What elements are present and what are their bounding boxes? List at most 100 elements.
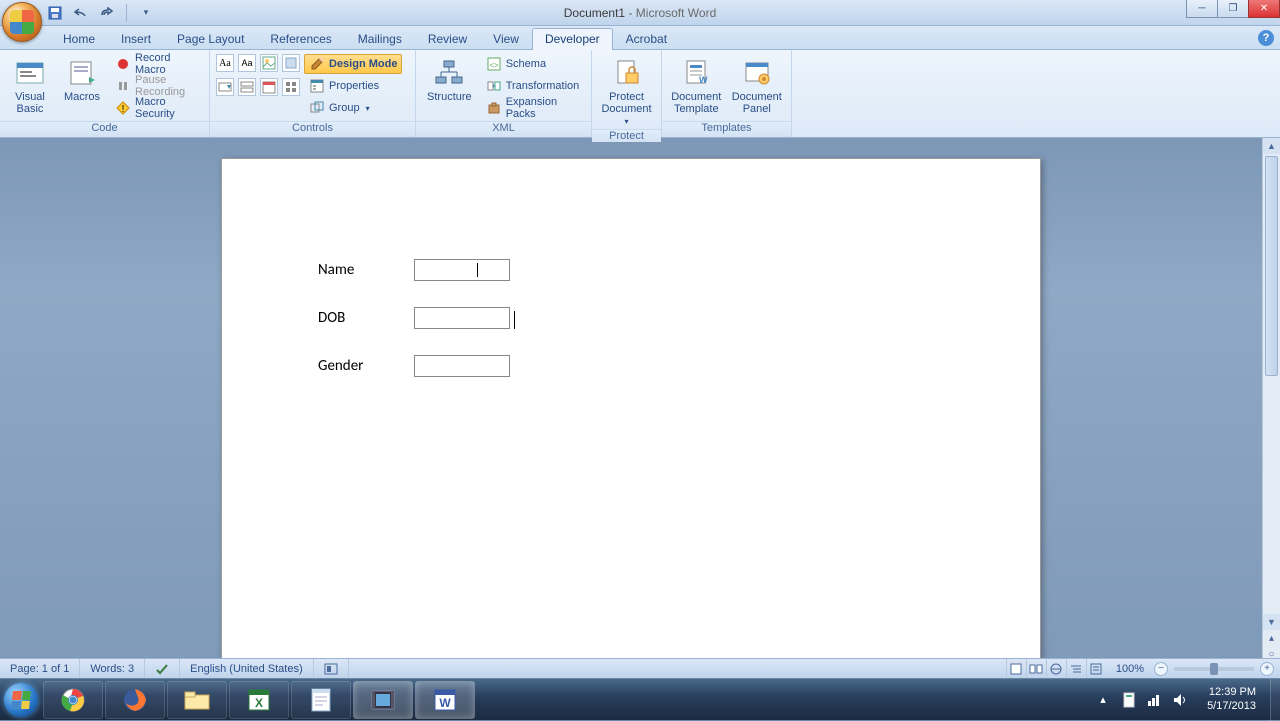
document-template-button[interactable]: W Document Template: [668, 54, 725, 118]
maximize-button[interactable]: ❐: [1217, 0, 1249, 18]
combo-box-control-icon[interactable]: [216, 78, 234, 96]
taskbar-media[interactable]: [353, 681, 413, 719]
scroll-down-icon[interactable]: ▼: [1263, 614, 1280, 630]
expansion-packs-button[interactable]: Expansion Packs: [481, 98, 585, 118]
document-template-icon: W: [680, 57, 712, 89]
tab-insert[interactable]: Insert: [108, 28, 164, 50]
taskbar-excel[interactable]: X: [229, 681, 289, 719]
tab-mailings[interactable]: Mailings: [345, 28, 415, 50]
dob-field[interactable]: [414, 307, 510, 329]
qat-customize-icon[interactable]: ▾: [137, 4, 155, 22]
network-icon[interactable]: [1147, 692, 1163, 708]
group-templates: W Document Template Document Panel Templ…: [662, 50, 792, 137]
picture-control-icon[interactable]: [260, 54, 278, 72]
document-scroll[interactable]: Name DOB Gender: [0, 138, 1262, 678]
group-xml-label: XML: [416, 121, 591, 137]
zoom-in-button[interactable]: +: [1260, 662, 1274, 676]
document-panel-button[interactable]: Document Panel: [729, 54, 786, 118]
document-page[interactable]: Name DOB Gender: [221, 158, 1041, 678]
form-row-dob: DOB: [318, 307, 944, 329]
start-button[interactable]: [0, 679, 42, 721]
macros-button[interactable]: Macros: [58, 54, 106, 106]
system-tray: ▴ 12:39 PM 5/17/2013: [1089, 686, 1270, 712]
record-macro-icon: [115, 56, 131, 72]
full-screen-reading-view-icon[interactable]: [1026, 659, 1046, 678]
spell-check-icon[interactable]: [145, 659, 180, 678]
tab-developer[interactable]: Developer: [532, 28, 613, 50]
draft-view-icon[interactable]: [1086, 659, 1106, 678]
protect-document-button[interactable]: Protect Document ▾: [598, 54, 655, 129]
taskbar-word[interactable]: W: [415, 681, 475, 719]
redo-icon[interactable]: [98, 4, 116, 22]
close-button[interactable]: ✕: [1248, 0, 1280, 18]
tab-page-layout[interactable]: Page Layout: [164, 28, 257, 50]
scroll-up-icon[interactable]: ▲: [1263, 138, 1280, 154]
visual-basic-icon: [14, 57, 46, 89]
zoom-level[interactable]: 100%: [1106, 659, 1154, 678]
tab-view[interactable]: View: [480, 28, 532, 50]
name-field[interactable]: [414, 259, 510, 281]
expansion-packs-icon: [486, 100, 502, 116]
show-desktop-button[interactable]: [1270, 679, 1280, 721]
volume-icon[interactable]: [1173, 692, 1189, 708]
structure-button[interactable]: Structure: [422, 54, 477, 106]
group-xml: Structure <> Schema Transformation Expan…: [416, 50, 592, 137]
design-mode-button[interactable]: Design Mode: [304, 54, 402, 74]
print-layout-view-icon[interactable]: [1006, 659, 1026, 678]
ribbon-tabs: Home Insert Page Layout References Maili…: [0, 26, 1280, 50]
structure-label: Structure: [427, 91, 472, 103]
gender-field[interactable]: [414, 355, 510, 377]
visual-basic-button[interactable]: Visual Basic: [6, 54, 54, 118]
action-center-icon[interactable]: [1121, 692, 1137, 708]
building-block-control-icon[interactable]: [282, 54, 300, 72]
dropdown-list-control-icon[interactable]: [238, 78, 256, 96]
properties-button[interactable]: Properties: [304, 76, 402, 96]
rich-text-control-icon[interactable]: Aa: [216, 54, 234, 72]
office-button[interactable]: [2, 2, 42, 42]
outline-view-icon[interactable]: [1066, 659, 1086, 678]
taskbar-firefox[interactable]: [105, 681, 165, 719]
page-status[interactable]: Page: 1 of 1: [0, 659, 80, 678]
protect-document-label: Protect Document: [601, 91, 651, 115]
taskbar-explorer[interactable]: [167, 681, 227, 719]
web-layout-view-icon[interactable]: [1046, 659, 1066, 678]
transformation-button[interactable]: Transformation: [481, 76, 585, 96]
group-button[interactable]: Group ▾: [304, 98, 402, 118]
help-icon[interactable]: ?: [1258, 30, 1274, 46]
word-count[interactable]: Words: 3: [80, 659, 145, 678]
schema-button[interactable]: <> Schema: [481, 54, 585, 74]
document-panel-icon: [741, 57, 773, 89]
design-mode-label: Design Mode: [329, 58, 397, 70]
prev-page-icon[interactable]: ▴: [1263, 630, 1280, 646]
structure-icon: [433, 57, 465, 89]
tab-home[interactable]: Home: [50, 28, 108, 50]
clock-date: 5/17/2013: [1207, 700, 1256, 713]
zoom-slider[interactable]: [1174, 667, 1254, 671]
insert-mode-icon[interactable]: [314, 659, 349, 678]
taskbar-clock[interactable]: 12:39 PM 5/17/2013: [1199, 686, 1264, 712]
language-status[interactable]: English (United States): [180, 659, 314, 678]
app-name-text: Microsoft Word: [636, 6, 716, 20]
taskbar-chrome[interactable]: [43, 681, 103, 719]
date-picker-control-icon[interactable]: [260, 78, 278, 96]
taskbar-notepad[interactable]: [291, 681, 351, 719]
tab-review[interactable]: Review: [415, 28, 480, 50]
tray-expand-icon[interactable]: ▴: [1095, 692, 1111, 708]
zoom-slider-thumb[interactable]: [1210, 663, 1218, 675]
scroll-thumb[interactable]: [1265, 156, 1278, 376]
gender-label: Gender: [318, 357, 414, 375]
undo-icon[interactable]: [72, 4, 90, 22]
macro-security-button[interactable]: ! Macro Security: [110, 98, 203, 118]
record-macro-button[interactable]: Record Macro: [110, 54, 203, 74]
svg-text:W: W: [699, 75, 708, 85]
minimize-button[interactable]: ─: [1186, 0, 1218, 18]
plain-text-control-icon[interactable]: Aa: [238, 54, 256, 72]
save-icon[interactable]: [46, 4, 64, 22]
tab-references[interactable]: References: [257, 28, 344, 50]
vertical-scrollbar[interactable]: ▲ ▼ ▴ ○ ▾: [1262, 138, 1280, 678]
pause-recording-button[interactable]: Pause Recording: [110, 76, 203, 96]
tab-acrobat[interactable]: Acrobat: [613, 28, 680, 50]
legacy-tools-icon[interactable]: [282, 78, 300, 96]
transformation-icon: [486, 78, 502, 94]
zoom-out-button[interactable]: −: [1154, 662, 1168, 676]
